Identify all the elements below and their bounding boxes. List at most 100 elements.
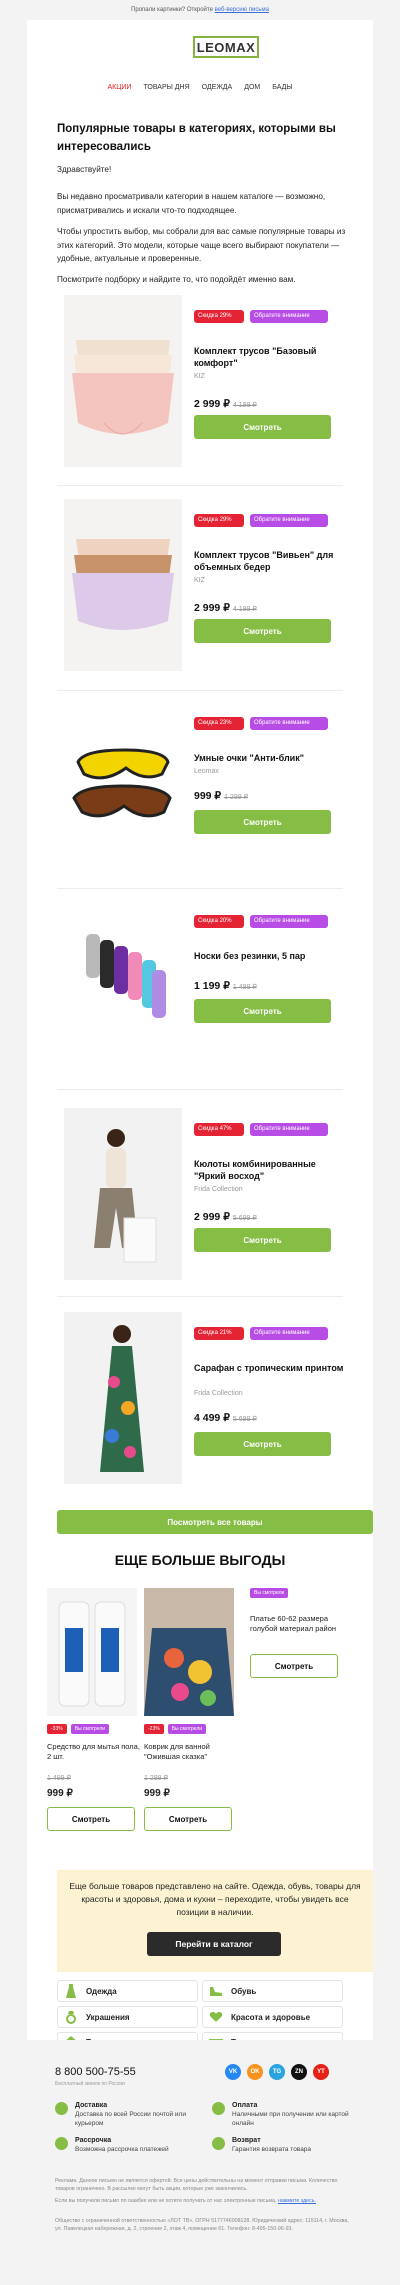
small-product-name[interactable]: Средство для мытья пола, 2 шт. <box>47 1742 142 1768</box>
product-image[interactable] <box>64 499 182 671</box>
catalog-promo-text: Еще больше товаров представлено на сайте… <box>69 1881 361 1917</box>
small-product-name[interactable]: Платье 60-62 размера голубой материал ра… <box>250 1614 345 1646</box>
product-name[interactable]: Кюлоты комбинированные "Яркий восход" <box>194 1158 344 1182</box>
product-name[interactable]: Комплект трусов "Вивьен" для объемных бе… <box>194 549 344 573</box>
small-discount-badge: -33% <box>47 1724 67 1734</box>
vk-icon[interactable]: VK <box>225 2064 241 2080</box>
product-card[interactable]: Скидка 29% Обратите внимание Комплект тру… <box>64 295 364 475</box>
old-price: 5 699 ₽ <box>232 1215 257 1222</box>
small-old-price: 1 299 ₽ <box>144 1775 168 1782</box>
current-price: 2 999 ₽ <box>194 602 230 614</box>
nav-item-home[interactable]: ДОМ <box>244 84 260 91</box>
view-product-button[interactable]: Смотреть <box>194 1432 331 1456</box>
support-phone[interactable]: 8 800 500-75-55 <box>55 2066 136 2078</box>
category-clothes[interactable]: Одежда <box>57 1980 198 2002</box>
small-product-card[interactable]: Вы смотрели Платье 60-62 размера голубой… <box>250 1588 345 1678</box>
old-price: 4 199 ₽ <box>232 402 257 409</box>
product-name[interactable]: Комплект трусов "Базовый комфорт" <box>194 345 344 369</box>
view-product-button[interactable]: Смотреть <box>194 1228 331 1252</box>
current-price: 1 199 ₽ <box>194 980 230 992</box>
discount-badge: Скидка 29% <box>194 310 244 323</box>
more-deals-title: ЕЩЕ БОЛЬШЕ ВЫГОДЫ <box>114 1552 286 1568</box>
greeting: Здравствуйте! <box>57 165 112 174</box>
product-price: 999 ₽1 299 ₽ <box>194 790 248 802</box>
info-desc: Доставка по всей России почтой или курье… <box>75 2111 186 2127</box>
product-card[interactable]: Скидка 21% Обратите внимание Сарафан с тр… <box>64 1312 364 1492</box>
ruble-icon <box>212 2102 225 2115</box>
info-title: Рассрочка <box>75 2137 112 2144</box>
view-product-button[interactable]: Смотреть <box>194 810 331 834</box>
product-card[interactable]: Скидка 29% Обратите внимание Комплект тру… <box>64 499 364 679</box>
phone-caption: Бесплатный звонок по России <box>55 2081 125 2087</box>
zen-icon[interactable]: ZN <box>291 2064 307 2080</box>
product-image[interactable] <box>64 295 182 467</box>
top-nav: АКЦИИ ТОВАРЫ ДНЯ ОДЕЖДА ДОМ БАДЫ <box>27 84 373 91</box>
discount-badge: Скидка 47% <box>194 1123 244 1136</box>
telegram-icon[interactable]: TG <box>269 2064 285 2080</box>
old-price: 5 699 ₽ <box>232 1416 257 1423</box>
nav-item-deals[interactable]: ТОВАРЫ ДНЯ <box>143 84 189 91</box>
nav-item-promo[interactable]: АКЦИИ <box>107 84 131 91</box>
view-small-product-button[interactable]: Смотреть <box>144 1807 232 1831</box>
view-product-button[interactable]: Смотреть <box>194 619 331 643</box>
product-name[interactable]: Носки без резинки, 5 пар <box>194 950 344 962</box>
divider <box>57 888 343 889</box>
product-card[interactable]: Скидка 47% Обратите внимание Кюлоты комби… <box>64 1108 364 1288</box>
view-product-button[interactable]: Смотреть <box>194 415 331 439</box>
current-price: 2 999 ₽ <box>194 1211 230 1223</box>
nav-item-clothes[interactable]: ОДЕЖДА <box>202 84 233 91</box>
product-name[interactable]: Сарафан с тропическим принтом <box>194 1362 344 1374</box>
category-jewelry[interactable]: Украшения <box>57 2006 198 2028</box>
small-product-card[interactable]: -33% Вы смотрели Средство для мытья пола,… <box>47 1588 142 1831</box>
percent-icon <box>55 2137 68 2150</box>
category-beauty[interactable]: Красота и здоровье <box>202 2006 343 2028</box>
disclaimer: Реклама. Данное письмо не является оферт… <box>55 2178 338 2192</box>
small-product-image[interactable] <box>47 1588 137 1716</box>
product-brand: Frida Collection <box>194 1390 243 1397</box>
old-price: 1 299 ₽ <box>224 794 249 801</box>
leomax-logo[interactable]: LEOMAX <box>193 36 259 58</box>
unsubscribe-link[interactable]: нажмите здесь. <box>278 2198 316 2204</box>
attention-badge: Обратите внимание <box>250 915 328 928</box>
web-version-link[interactable]: веб-версию письма <box>215 7 269 13</box>
view-all-products-button[interactable]: Посмотреть все товары <box>57 1510 373 1534</box>
youtube-icon[interactable]: YT <box>313 2064 329 2080</box>
product-image[interactable] <box>64 1108 182 1280</box>
intro-paragraph-2: Чтобы упростить выбор, мы собрали для ва… <box>57 227 346 263</box>
old-price: 4 199 ₽ <box>232 606 257 613</box>
old-price: 1 499 ₽ <box>232 984 257 991</box>
info-title: Оплата <box>232 2102 258 2109</box>
ok-icon[interactable]: OK <box>247 2064 263 2080</box>
view-product-button[interactable]: Смотреть <box>194 999 331 1023</box>
view-small-product-button[interactable]: Смотреть <box>250 1654 338 1678</box>
small-current-price: 999 ₽ <box>144 1788 170 1799</box>
view-small-product-button[interactable]: Смотреть <box>47 1807 135 1831</box>
go-to-catalog-button[interactable]: Перейти в каталог <box>147 1932 281 1956</box>
ring-icon <box>64 2010 78 2024</box>
return-icon <box>212 2137 225 2150</box>
email-body: LEOMAX АКЦИИ ТОВАРЫ ДНЯ ОДЕЖДА ДОМ БАДЫ … <box>27 20 373 2052</box>
product-image[interactable] <box>64 702 182 874</box>
category-label: Украшения <box>86 2012 130 2022</box>
current-price: 4 499 ₽ <box>194 1412 230 1424</box>
category-shoes[interactable]: Обувь <box>202 1980 343 2002</box>
product-card[interactable]: Скидка 23% Обратите внимание Умные очки "… <box>64 702 364 882</box>
email-title: Популярные товары в категориях, которыми… <box>57 123 336 153</box>
product-card[interactable]: Скидка 20% Обратите внимание Носки без ре… <box>64 900 364 1080</box>
divider <box>57 690 343 691</box>
product-brand: KIZ <box>194 577 205 584</box>
heart-icon <box>209 2010 223 2024</box>
catalog-promo-box: Еще больше товаров представлено на сайте… <box>57 1870 373 1972</box>
small-product-name[interactable]: Коврик для ванной "Ожившая сказка" <box>144 1742 239 1768</box>
product-image[interactable] <box>64 1312 182 1484</box>
small-product-image[interactable] <box>144 1588 234 1716</box>
email-footer: 8 800 500-75-55 Бесплатный звонок по Рос… <box>27 2040 373 2285</box>
nav-item-supplements[interactable]: БАДЫ <box>272 84 292 91</box>
product-name[interactable]: Умные очки "Анти-блик" <box>194 752 344 764</box>
small-product-card[interactable]: -23% Вы смотрели Коврик для ванной "Оживш… <box>144 1588 239 1831</box>
product-brand: Frida Collection <box>194 1186 243 1193</box>
category-label: Обувь <box>231 1986 257 1996</box>
intro-paragraph-3: Посмотрите подборку и найдите то, что по… <box>57 275 296 284</box>
attention-badge: Обратите внимание <box>250 1123 328 1136</box>
product-image[interactable] <box>64 900 182 1072</box>
